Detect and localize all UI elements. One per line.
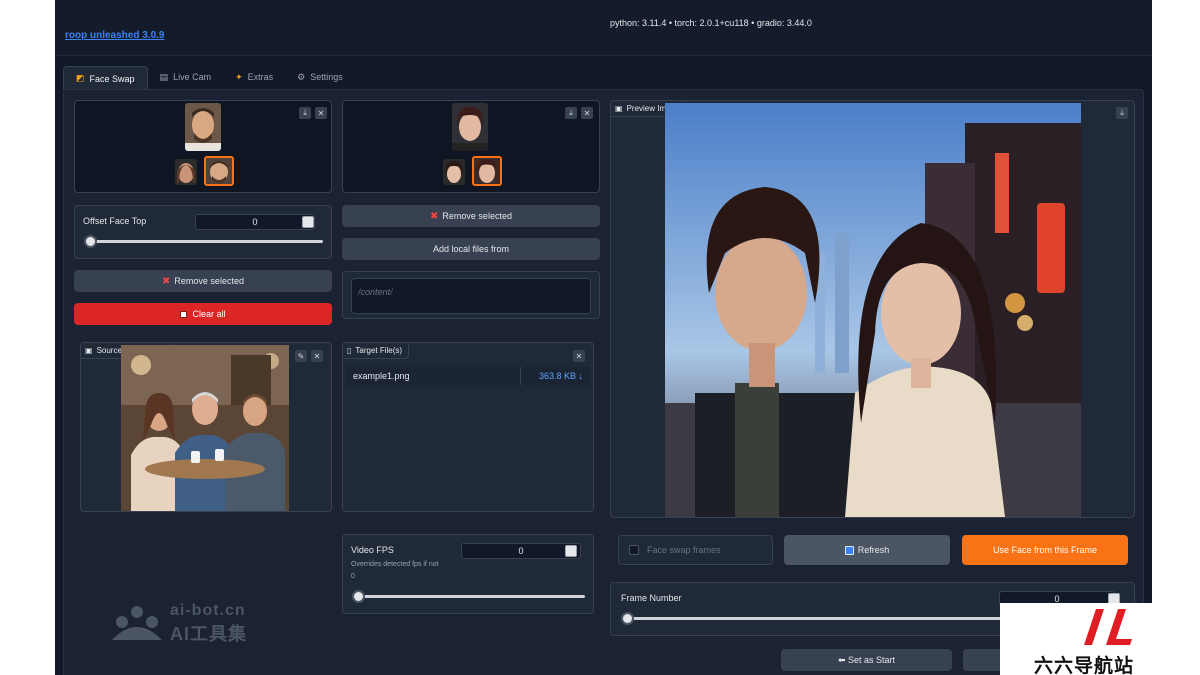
tab-settings[interactable]: ⚙ Settings — [285, 66, 355, 88]
camera-icon: ▤ — [159, 71, 169, 82]
party-icon: ✦ — [235, 71, 243, 82]
tab-live-cam[interactable]: ▤ Live Cam — [148, 66, 224, 88]
tab-label: Extras — [247, 72, 274, 82]
local-path-panel: /content/ — [342, 271, 600, 319]
tab-face-swap[interactable]: ◩ Face Swap — [63, 66, 148, 90]
remove-selected-target-button[interactable]: ✖ Remove selected — [342, 205, 600, 227]
button-label: ⬅ Set as Start — [837, 654, 896, 665]
file-icon: ▯ — [347, 346, 352, 355]
face-thumb[interactable] — [175, 159, 197, 185]
face-swap-content: ⤓ ✕ Offset Face Top 0 ✖ Remove selected … — [63, 89, 1144, 675]
download-icon[interactable]: ⤓ — [299, 107, 311, 119]
source-face-image — [121, 345, 289, 511]
clear-all-button[interactable]: Clear all — [74, 303, 332, 325]
use-face-from-frame-button[interactable]: Use Face from this Frame — [962, 535, 1128, 565]
button-label: Clear all — [192, 309, 226, 319]
label-text: Target File(s) — [355, 346, 403, 355]
download-icon[interactable]: ⤓ — [565, 107, 577, 119]
preview-image-panel: ▣ Preview Image ⤓ — [610, 100, 1135, 518]
set-as-start-button[interactable]: ⬅ Set as Start — [781, 649, 952, 671]
app-window: roop unleashed 3.0.9 python: 3.11.4 • to… — [55, 0, 1152, 675]
offset-face-top-panel: Offset Face Top 0 — [74, 205, 332, 259]
offset-face-top-slider-track[interactable] — [85, 240, 323, 243]
tab-extras[interactable]: ✦ Extras — [223, 66, 285, 88]
close-icon[interactable]: ✕ — [581, 107, 593, 119]
source-faces-gallery: ⤓ ✕ — [74, 100, 332, 193]
file-row[interactable]: example1.png 363.8 KB ↓ — [345, 367, 591, 385]
source-face-image-panel: ▣ Source Face Image ✎ ✕ — [80, 342, 332, 512]
frame-number-slider-thumb[interactable] — [621, 612, 634, 625]
video-fps-note-value: 0 — [351, 573, 355, 580]
close-icon[interactable]: ✕ — [573, 350, 585, 362]
face-swap-icon: ◩ — [76, 73, 85, 83]
tab-label: Settings — [310, 72, 343, 82]
button-label: Add local files from — [432, 244, 510, 254]
button-label: Refresh — [857, 545, 890, 555]
face-thumb-selected[interactable] — [204, 156, 234, 186]
gear-icon: ⚙ — [297, 71, 306, 82]
face-thumb[interactable] — [443, 159, 465, 185]
ai-bot-logo-icon — [112, 606, 162, 640]
tab-label: Face Swap — [89, 73, 135, 84]
face-thumb-selected[interactable] — [472, 156, 502, 186]
preview-image — [665, 103, 1081, 517]
column-divider — [520, 367, 521, 385]
file-size-download-link[interactable]: 363.8 KB ↓ — [539, 371, 583, 381]
add-local-files-button[interactable]: Add local files from — [342, 238, 600, 260]
offset-face-top-label: Offset Face Top — [83, 216, 147, 226]
video-fps-label: Video FPS — [351, 545, 394, 555]
refresh-button[interactable]: Refresh — [784, 535, 950, 565]
close-icon[interactable]: ✕ — [315, 107, 327, 119]
remove-icon: ✖ — [430, 210, 439, 222]
image-icon: ▣ — [615, 104, 623, 113]
close-icon[interactable]: ✕ — [311, 350, 323, 362]
clear-icon — [180, 310, 188, 318]
ai-bot-url: ai-bot.cn — [170, 602, 246, 619]
local-path-textarea[interactable]: /content/ — [351, 278, 591, 314]
offset-face-top-slider-thumb[interactable] — [84, 235, 97, 248]
target-files-panel: ▯ Target File(s) ✕ example1.png 363.8 KB… — [342, 342, 594, 512]
target-files-label: ▯ Target File(s) — [343, 343, 410, 359]
image-icon: ▣ — [85, 346, 93, 355]
button-label: Remove selected — [442, 211, 512, 221]
remove-icon: ✖ — [162, 275, 171, 287]
button-label: Use Face from this Frame — [992, 545, 1098, 555]
video-fps-stepper[interactable] — [565, 545, 577, 557]
version-info: python: 3.11.4 • torch: 2.0.1+cu118 • gr… — [610, 18, 812, 28]
video-fps-note: Overrides detected fps if not — [351, 561, 439, 568]
download-icon[interactable]: ⤓ — [1116, 107, 1128, 119]
file-name: example1.png — [353, 371, 410, 381]
top-bar: roop unleashed 3.0.9 python: 3.11.4 • to… — [55, 0, 1152, 56]
tab-bar: ◩ Face Swap ▤ Live Cam ✦ Extras ⚙ Settin… — [63, 66, 355, 90]
target-face-preview — [452, 103, 488, 151]
target-faces-gallery: ⤓ ✕ — [342, 100, 600, 193]
app-title-link[interactable]: roop unleashed 3.0.9 — [65, 30, 164, 41]
remove-selected-source-button[interactable]: ✖ Remove selected — [74, 270, 332, 292]
site66-logo-icon — [1084, 609, 1132, 645]
ai-bot-watermark: ai-bot.cn AI工具集 — [110, 600, 310, 650]
video-fps-panel: Video FPS Overrides detected fps if not … — [342, 534, 594, 614]
site66-name: 六六导航站 — [1034, 656, 1135, 675]
offset-face-top-stepper[interactable] — [302, 216, 314, 228]
checkbox[interactable] — [629, 545, 639, 555]
offset-face-top-input[interactable]: 0 — [195, 214, 315, 230]
button-label: Remove selected — [174, 276, 244, 286]
video-fps-slider-thumb[interactable] — [352, 590, 365, 603]
ai-bot-name: AI工具集 — [170, 624, 247, 644]
face-swap-frames-checkbox[interactable]: Face swap frames — [618, 535, 773, 565]
video-fps-input[interactable]: 0 — [461, 543, 581, 559]
checkbox-label: Face swap frames — [647, 545, 721, 555]
video-fps-slider-track[interactable] — [353, 595, 585, 598]
source-face-preview — [185, 103, 221, 151]
edit-icon[interactable]: ✎ — [295, 350, 307, 362]
frame-number-label: Frame Number — [621, 593, 682, 603]
refresh-icon — [844, 545, 854, 555]
tab-label: Live Cam — [173, 72, 212, 82]
